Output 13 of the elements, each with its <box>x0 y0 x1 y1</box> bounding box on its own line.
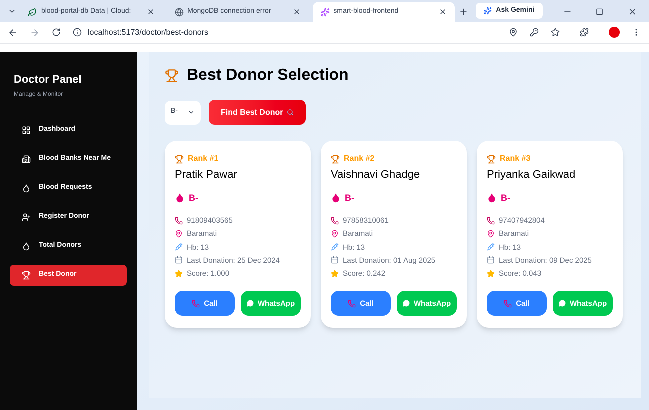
rank-label: Rank #2 <box>344 153 375 165</box>
page-title: Best Donor Selection <box>187 66 349 86</box>
donor-name: Vaishnavi Ghadge <box>331 168 422 183</box>
url-field[interactable]: localhost:5173/doctor/best-donors <box>88 26 209 38</box>
rank-label: Rank #1 <box>188 153 219 165</box>
find-button[interactable]: Find Best Donor <box>209 100 306 125</box>
blood-group: B- <box>189 192 198 205</box>
sidebar-title: Doctor Panel <box>14 73 83 88</box>
rank-label: Rank #3 <box>500 153 531 165</box>
donor-name: Priyanka Gaikwad <box>487 168 577 183</box>
blood-group: B- <box>345 192 354 205</box>
donor-name: Pratik Pawar <box>175 168 238 183</box>
blood-group: B- <box>501 192 510 205</box>
